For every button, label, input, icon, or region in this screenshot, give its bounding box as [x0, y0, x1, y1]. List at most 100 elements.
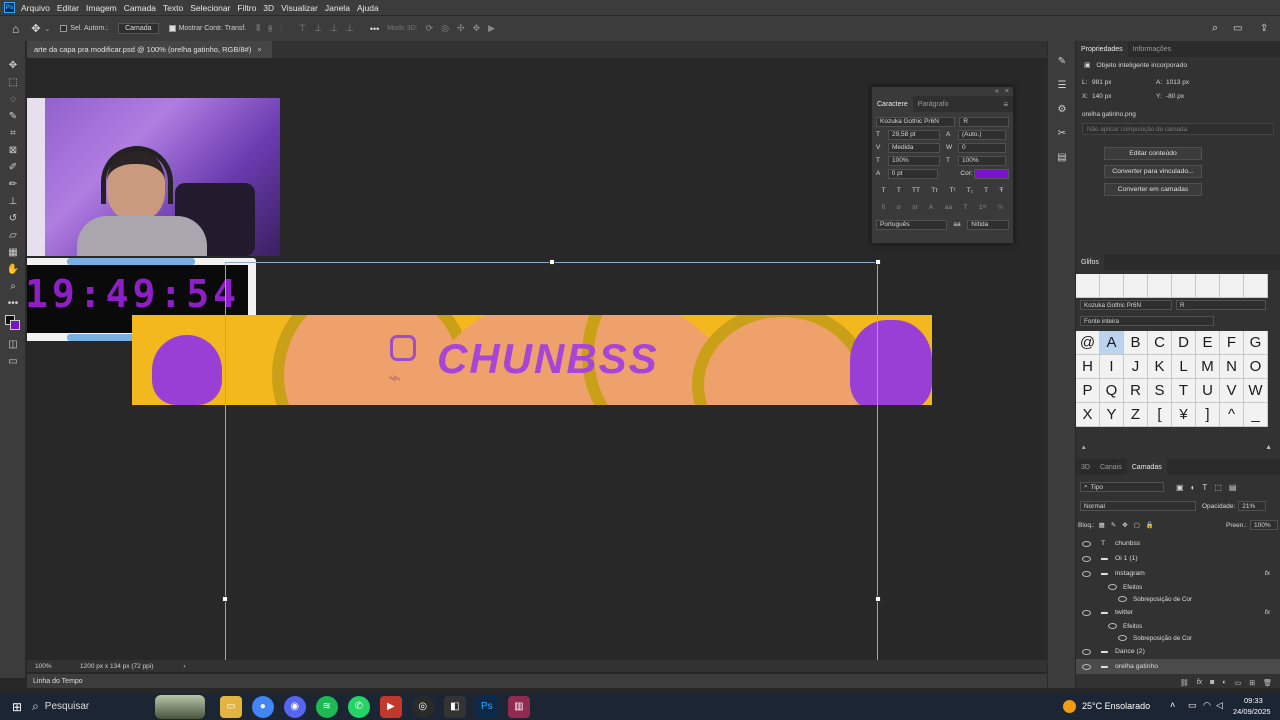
camera-3d-icon[interactable]: ▶ [488, 23, 495, 34]
menu-visualizar[interactable]: Visualizar [281, 3, 318, 13]
add-style-icon[interactable]: fx [1197, 679, 1202, 686]
brush-tool-icon[interactable]: ✏ [0, 176, 26, 193]
titling-icon[interactable]: aa [945, 204, 952, 211]
visibility-eye-icon[interactable] [1082, 570, 1091, 577]
menu-janela[interactable]: Janela [325, 3, 350, 13]
menu-3d[interactable]: 3D [263, 3, 274, 13]
small-caps-icon[interactable]: Tт [931, 187, 938, 194]
glyph-zoom-bar[interactable]: ▴ ▲ [1076, 441, 1280, 453]
faux-italic-icon[interactable]: T [897, 187, 901, 194]
glyph-cell[interactable]: Z [1124, 403, 1148, 427]
text-color-swatch[interactable] [973, 168, 1009, 179]
document-size-info[interactable]: 1200 px x 134 px (72 ppi) [80, 663, 153, 670]
lock-pixels-icon[interactable]: ▦ [1099, 521, 1105, 529]
zoom-level[interactable]: 100% [35, 663, 75, 670]
zoom-tool-icon[interactable]: ⌕ [0, 278, 26, 295]
subscript-icon[interactable]: T₁ [967, 187, 973, 194]
width-value[interactable]: 981 px [1092, 79, 1156, 86]
glyph-cell[interactable]: D [1172, 331, 1196, 355]
transform-handle-left[interactable] [222, 596, 228, 602]
glyph-cell[interactable]: O [1244, 355, 1268, 379]
gradient-tool-icon[interactable]: ▦ [0, 244, 26, 261]
share-icon[interactable]: ⇪ [1260, 23, 1268, 34]
visibility-eye-icon[interactable] [1082, 648, 1091, 655]
glyph-style-select[interactable]: R [1176, 300, 1266, 310]
tab-propriedades[interactable]: Propriedades [1076, 41, 1128, 57]
underline-icon[interactable]: T [984, 187, 988, 194]
glyph-subset-select[interactable]: Fonte inteira [1080, 316, 1214, 326]
obs-icon[interactable]: ◎ [411, 695, 434, 718]
layer-row[interactable]: ▬ Dance (2) [1076, 644, 1280, 659]
roll-3d-icon[interactable]: ◎ [441, 23, 449, 34]
adjustments-icon[interactable]: ☰ [1048, 73, 1076, 97]
layer-row[interactable]: ▬ twitter fx [1076, 605, 1280, 620]
menu-camada[interactable]: Camada [124, 3, 156, 13]
file-explorer-icon[interactable]: ▭ [219, 695, 242, 718]
opacity-field[interactable]: 21% [1238, 501, 1267, 511]
visibility-eye-icon[interactable] [1082, 540, 1091, 547]
stamp-tool-icon[interactable]: ⊥ [0, 193, 26, 210]
font-family-select[interactable]: Kozuka Gothic Pr6N [876, 116, 956, 127]
filter-type-icon[interactable]: T [1202, 483, 1207, 492]
edit-contents-button[interactable]: Editar conteúdo [1104, 147, 1202, 160]
glyph-cell[interactable]: T [1172, 379, 1196, 403]
auto-select-checkbox[interactable] [60, 25, 68, 32]
glyph-cell[interactable]: N [1220, 355, 1244, 379]
glyph-cell[interactable]: Y [1100, 403, 1124, 427]
discord-icon[interactable]: ◉ [283, 695, 306, 718]
glyph-cell[interactable]: C [1148, 331, 1172, 355]
glyph-cell[interactable]: I [1100, 355, 1124, 379]
tab-camadas[interactable]: Camadas [1126, 459, 1167, 475]
more-tools-icon[interactable]: ••• [0, 295, 26, 312]
align-left-icon[interactable]: ⫴ [256, 23, 260, 34]
layer-row[interactable]: ▬ instagram fx [1076, 566, 1280, 581]
paragraph-styles-icon[interactable]: ▤ [1048, 145, 1076, 169]
search-icon[interactable]: ⌕ [1212, 22, 1218, 35]
menu-selecionar[interactable]: Selecionar [190, 3, 230, 13]
leading-field[interactable]: (Auto.) [958, 129, 1006, 140]
glyph-cell[interactable]: Q [1100, 379, 1124, 403]
align-middle-icon[interactable]: ⊥ [314, 23, 322, 34]
close-panel-icon[interactable]: × [1005, 88, 1009, 95]
new-layer-icon[interactable]: ⊞ [1249, 679, 1255, 687]
timeline-panel-header[interactable]: Linha do Tempo [27, 674, 1047, 688]
effects-icon[interactable]: fx [1265, 609, 1270, 616]
collapse-panel-icon[interactable]: « [995, 88, 999, 95]
workspace-icon[interactable]: ▭ [1233, 23, 1242, 34]
layer-row-selected[interactable]: ▬ orelha gatinho [1076, 659, 1280, 674]
recent-glyph-slot[interactable] [1076, 274, 1100, 298]
move-tool-icon[interactable]: ✥ [0, 57, 26, 74]
vertical-scale-field[interactable]: 100% [888, 155, 940, 166]
eyedropper-tool-icon[interactable]: ✐ [0, 159, 26, 176]
stylistic-alt-icon[interactable]: A [929, 204, 933, 211]
volume-icon[interactable]: ◁ [1216, 700, 1223, 711]
filter-shape-icon[interactable]: ⬚ [1214, 483, 1222, 492]
glyph-cell[interactable]: G [1244, 331, 1268, 355]
delete-layer-icon[interactable]: 🗑 [1263, 679, 1272, 687]
ligature-icon[interactable]: fi [882, 204, 885, 211]
background-color-swatch[interactable] [10, 320, 20, 330]
glyph-cell[interactable]: M [1196, 355, 1220, 379]
strikethrough-icon[interactable]: Ŧ [999, 187, 1003, 194]
blend-mode-select[interactable]: Normal [1080, 501, 1196, 511]
tab-caractere[interactable]: Caractere [872, 96, 913, 112]
effects-icon[interactable]: fx [1265, 570, 1270, 577]
orbit-3d-icon[interactable]: ⟳ [426, 23, 434, 34]
tab-glifos[interactable]: Glifos [1076, 254, 1104, 270]
menu-imagem[interactable]: Imagem [86, 3, 117, 13]
fractions-icon[interactable]: ½ [998, 204, 1003, 211]
layer-effects-row[interactable]: Efeitos [1076, 620, 1280, 632]
recent-glyph-slot[interactable] [1100, 274, 1124, 298]
close-document-icon[interactable]: × [257, 45, 261, 54]
glyph-cell[interactable]: R [1124, 379, 1148, 403]
glyph-cell[interactable]: K [1148, 355, 1172, 379]
glyph-cell[interactable]: ¥ [1172, 403, 1196, 427]
wifi-icon[interactable]: ◠ [1203, 700, 1211, 711]
align-center-icon[interactable]: ⫵ [268, 23, 272, 34]
recent-glyph-slot[interactable] [1220, 274, 1244, 298]
glyph-cell[interactable]: W [1244, 379, 1268, 403]
eraser-tool-icon[interactable]: ▱ [0, 227, 26, 244]
layer-comp-select[interactable]: Não aplicar composição de camada [1082, 123, 1274, 135]
quick-mask-icon[interactable]: ◫ [0, 336, 26, 353]
menu-texto[interactable]: Texto [163, 3, 183, 13]
